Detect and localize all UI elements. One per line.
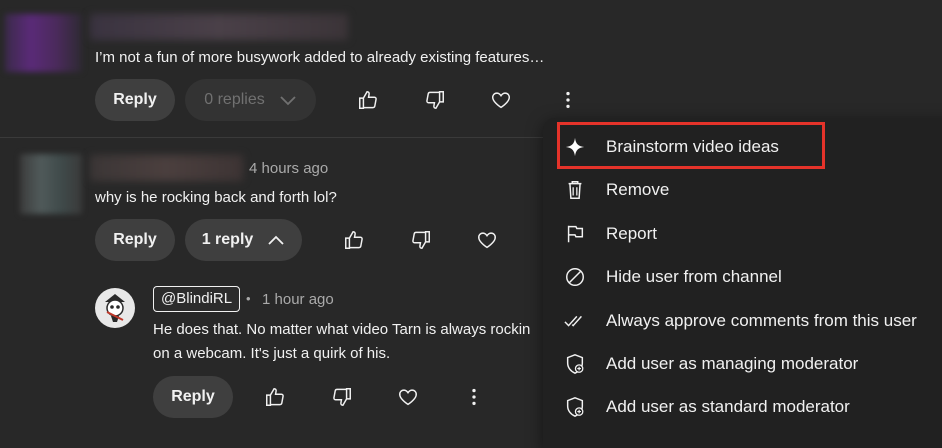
menu-item-label: Remove <box>606 179 670 199</box>
replies-toggle[interactable]: 1 reply <box>185 219 302 261</box>
heart-icon <box>399 389 417 406</box>
reply-text-line-2: on a webcam. It's just a quirk of his. <box>153 345 391 362</box>
thumbs-down-icon <box>426 91 444 109</box>
shield-add-icon <box>563 395 587 419</box>
divider <box>0 137 560 138</box>
thumbs-down-icon <box>333 388 351 406</box>
menu-item-label: Report <box>606 223 658 243</box>
dislike-button[interactable] <box>328 383 356 411</box>
more-vertical-icon <box>566 91 570 109</box>
highlight-box <box>557 122 825 169</box>
more-actions-button[interactable] <box>460 383 488 411</box>
author-name[interactable] <box>90 14 348 40</box>
thumbs-down-icon <box>412 231 430 249</box>
chevron-down-icon <box>280 96 296 106</box>
reply-button[interactable]: Reply <box>153 376 233 418</box>
like-button[interactable] <box>261 383 289 411</box>
menu-item-remove[interactable]: Remove <box>543 168 942 211</box>
avatar[interactable] <box>5 14 82 72</box>
thumbs-up-icon <box>266 388 284 406</box>
thumbs-up-icon <box>345 231 363 249</box>
menu-item-managing-moderator[interactable]: Add user as managing moderator <box>543 342 942 385</box>
reply-avatar[interactable] <box>95 288 135 328</box>
separator-dot: • <box>246 291 251 306</box>
like-button[interactable] <box>354 86 382 114</box>
heart-icon <box>478 232 496 249</box>
flag-icon <box>563 222 587 246</box>
author-name[interactable] <box>90 155 243 181</box>
reply-text-line-1: He does that. No matter what video Tarn … <box>153 321 531 338</box>
menu-item-label: Hide user from channel <box>606 266 782 286</box>
replies-toggle[interactable]: 0 replies <box>185 79 316 121</box>
more-actions-button[interactable] <box>554 86 582 114</box>
thumbs-up-icon <box>359 91 377 109</box>
reply-button[interactable]: Reply <box>95 219 175 261</box>
heart-button[interactable] <box>394 383 422 411</box>
block-icon <box>563 265 587 289</box>
menu-item-always-approve[interactable]: Always approve comments from this user <box>543 299 942 342</box>
reply-button[interactable]: Reply <box>95 79 175 121</box>
menu-item-label: Add user as standard moderator <box>606 396 850 416</box>
reply-timestamp[interactable]: 1 hour ago <box>262 291 334 308</box>
comment-text: I’m not a fun of more busywork added to … <box>95 49 545 66</box>
avatar[interactable] <box>20 154 82 214</box>
menu-item-label: Add user as managing moderator <box>606 353 859 373</box>
skull-pirate-icon <box>105 294 125 322</box>
heart-button[interactable] <box>487 86 515 114</box>
reply-author-handle[interactable]: @BlindiRL <box>153 286 241 312</box>
dislike-button[interactable] <box>421 86 449 114</box>
double-check-icon <box>563 309 587 333</box>
menu-item-standard-moderator[interactable]: Add user as standard moderator <box>543 385 942 428</box>
menu-item-report[interactable]: Report <box>543 212 942 255</box>
comment-timestamp[interactable]: 4 hours ago <box>249 160 328 177</box>
comment-text: why is he rocking back and forth lol? <box>95 189 337 206</box>
like-button[interactable] <box>340 226 368 254</box>
chevron-up-icon <box>268 235 284 245</box>
heart-icon <box>492 92 510 109</box>
more-vertical-icon <box>472 388 476 406</box>
dislike-button[interactable] <box>407 226 435 254</box>
trash-icon <box>563 178 587 202</box>
heart-button[interactable] <box>473 226 501 254</box>
shield-add-icon <box>563 352 587 376</box>
menu-item-label: Always approve comments from this user <box>606 310 917 330</box>
menu-item-hide-user[interactable]: Hide user from channel <box>543 255 942 298</box>
